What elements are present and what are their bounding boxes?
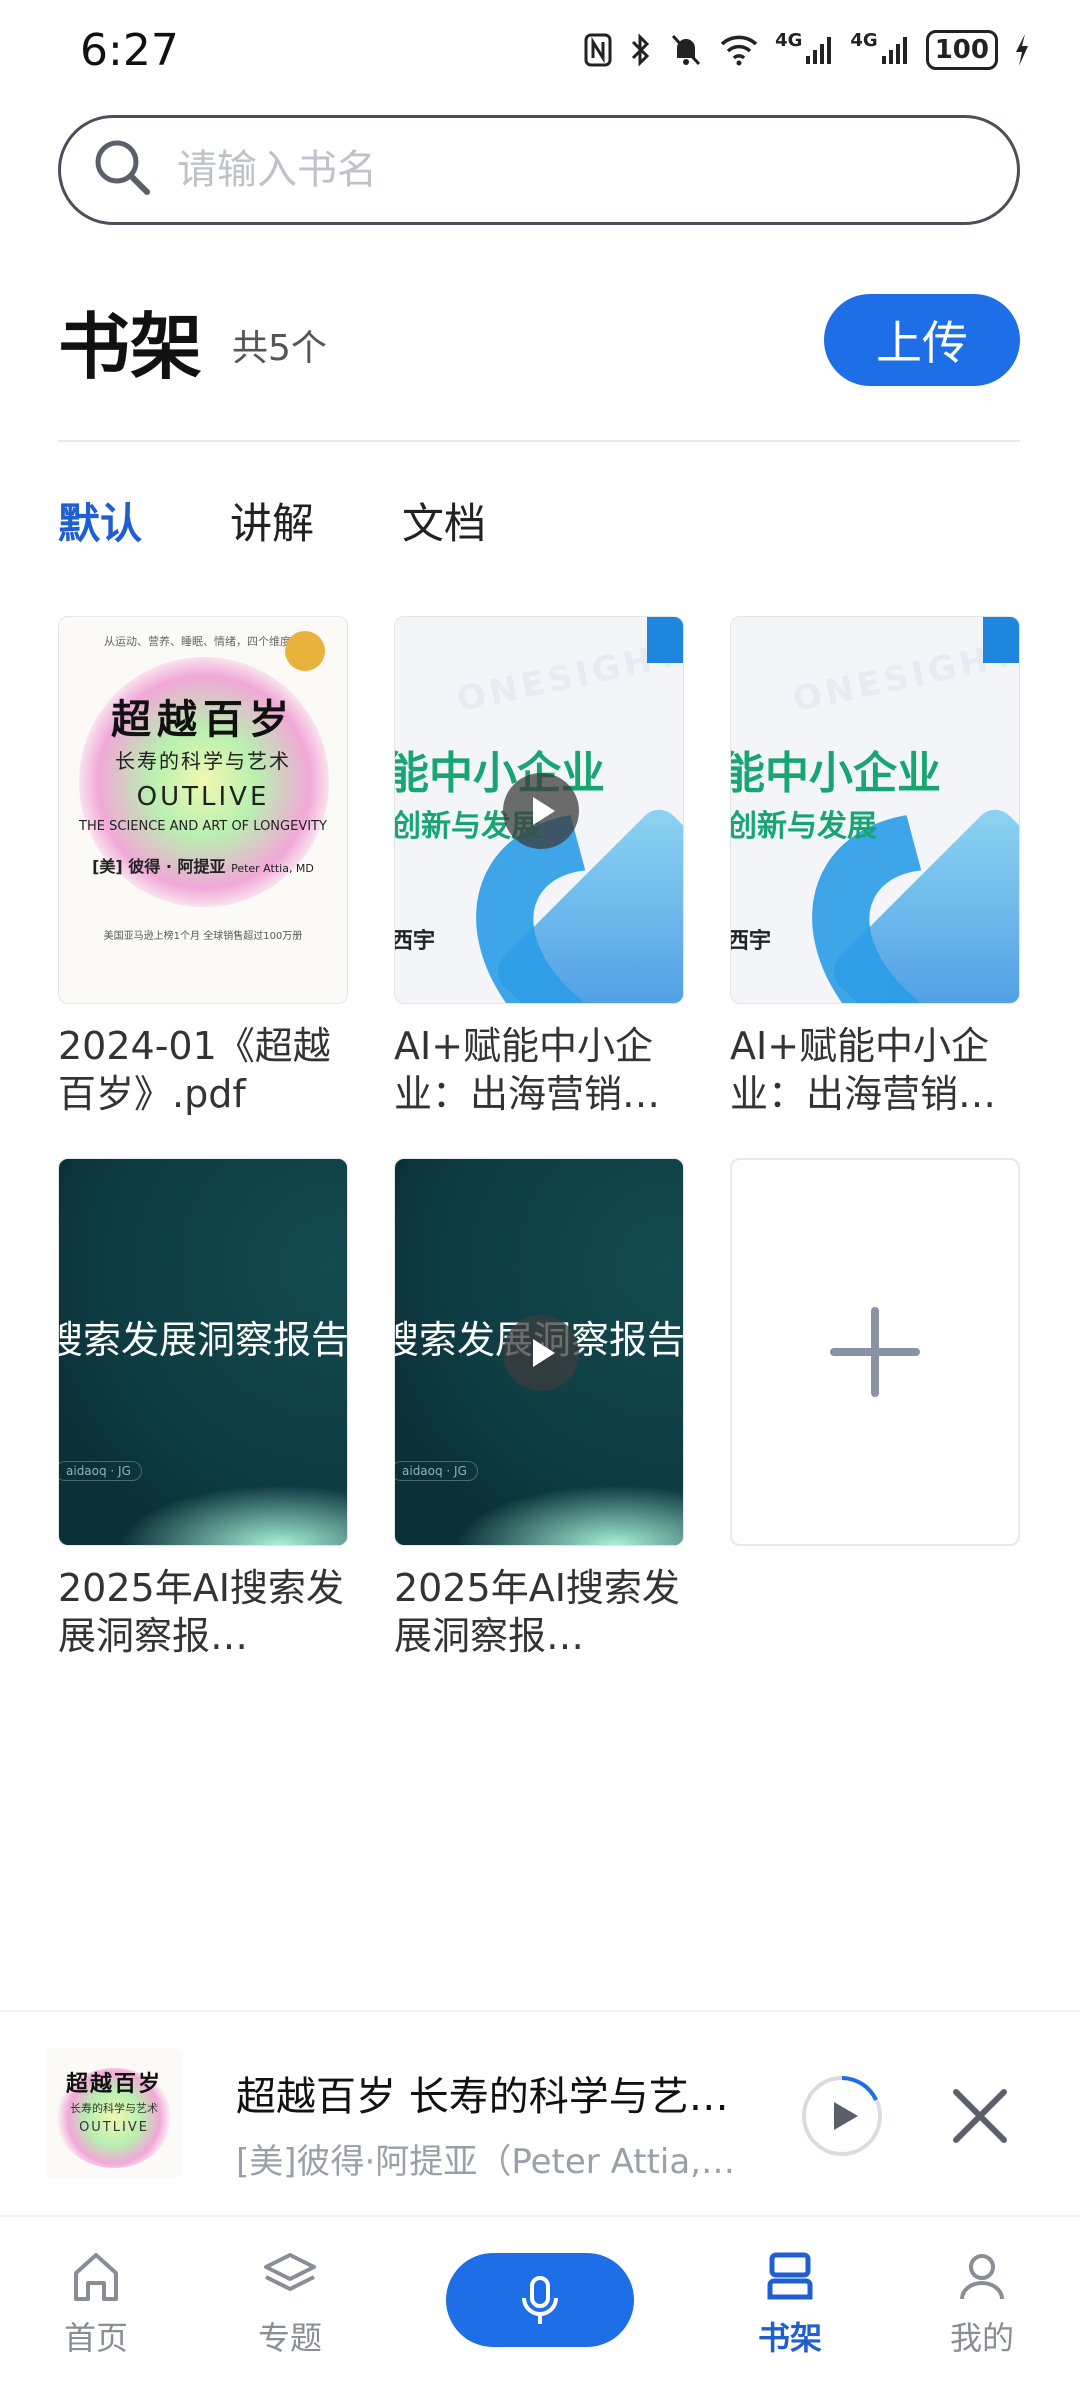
shelf-header: 书架 共5个 上传 — [58, 290, 1020, 390]
mini-player[interactable]: 超越百岁 长寿的科学与艺术 OUTLIVE 超越百岁 长寿的科学与艺… [美]彼… — [0, 2010, 1080, 2215]
microphone-icon — [522, 2276, 558, 2324]
cover-subtitle-en: THE SCIENCE AND ART OF LONGEVITY — [79, 819, 327, 834]
tab-documents[interactable]: 文档 — [402, 480, 574, 561]
book-cover[interactable]: ONESIGHT 能中小企业 创新与发展 西宇 — [394, 616, 684, 1004]
cover-tag: aidaoq · JG — [395, 1461, 478, 1481]
search-icon — [91, 136, 155, 204]
player-author: [美]彼得·阿提亚（Peter Attia,… — [236, 2142, 735, 2182]
cover-title: 搜索发展洞察报告 — [58, 1318, 348, 1362]
status-bar: 6:27 4G 4G 100 — [0, 0, 1080, 100]
filter-tabs: 默认 讲解 文档 — [58, 480, 574, 561]
cover-decoration — [455, 1485, 683, 1545]
cover-title-en: OUTLIVE — [136, 782, 270, 812]
cover-badge — [285, 631, 325, 671]
book-card[interactable]: 搜索发展洞察报告 aidaoq · JG 2025年AI搜索发展洞察报… — [58, 1158, 348, 1660]
cover-author-en: Peter Attia, MD — [231, 862, 314, 875]
close-icon — [953, 2089, 1007, 2143]
nav-profile[interactable]: 我的 — [922, 2247, 1042, 2359]
upload-button[interactable]: 上传 — [824, 294, 1020, 386]
play-icon — [533, 1339, 555, 1367]
layers-icon — [264, 2253, 316, 2291]
charging-icon — [1014, 30, 1030, 70]
cover-author-zh: [美] 彼得 · 阿提亚 — [92, 857, 226, 876]
nav-label: 我的 — [949, 2319, 1014, 2357]
nfc-icon — [583, 30, 613, 70]
card-title[interactable]: 2024-01《超越百岁》.pdf — [58, 1022, 348, 1118]
card-title[interactable]: 2025年AI搜索发展洞察报… — [58, 1564, 348, 1660]
play-button[interactable] — [503, 773, 579, 849]
card-title[interactable]: 2025年AI搜索发展洞察报… — [394, 1564, 684, 1660]
card-title[interactable]: AI+赋能中小企业：出海营销… — [394, 1022, 684, 1118]
play-icon — [533, 797, 555, 825]
player-cover[interactable]: 超越百岁 长寿的科学与艺术 OUTLIVE — [46, 2048, 182, 2178]
player-play-button[interactable] — [800, 2074, 884, 2158]
status-time: 6:27 — [80, 24, 179, 76]
nav-label: 专题 — [257, 2319, 322, 2357]
tab-explain[interactable]: 讲解 — [230, 480, 402, 561]
plus-icon — [830, 1307, 920, 1397]
divider — [58, 440, 1020, 442]
wifi-icon — [719, 30, 759, 70]
card-title[interactable]: AI+赋能中小企业：出海营销… — [730, 1022, 1020, 1118]
item-count: 共5个 — [232, 328, 327, 369]
book-cover[interactable]: 搜索发展洞察报告 aidaoq · JG — [394, 1158, 684, 1546]
cover-title: 超越百岁 — [111, 697, 295, 743]
play-progress-icon — [802, 2076, 882, 2156]
cover-bottom-text: 美国亚马逊上榜1个月 全球销售超过100万册 — [103, 931, 303, 942]
add-book-button[interactable] — [730, 1158, 1020, 1546]
status-icons: 4G 4G 100 — [583, 30, 1030, 70]
bluetooth-icon — [629, 30, 653, 70]
nav-bookshelf[interactable]: 书架 — [730, 2247, 850, 2359]
profile-icon — [960, 2254, 1004, 2300]
cover-footer: 西宇 — [730, 929, 772, 954]
search-bar[interactable] — [58, 115, 1020, 225]
add-book-card[interactable] — [730, 1158, 1020, 1660]
nav-home[interactable]: 首页 — [36, 2247, 156, 2359]
book-cover[interactable]: 从运动、营养、睡眠、情绪，四个维度… 超越百岁 长寿的科学与艺术 OUTLIVE… — [58, 616, 348, 1004]
cover-title: 能中小企业 — [730, 748, 941, 799]
mute-bell-icon — [669, 30, 703, 70]
cover-decoration — [983, 617, 1019, 663]
cover-title: 超越百岁 — [65, 2072, 162, 2097]
cover-subtitle: 长寿的科学与艺术 — [115, 749, 291, 773]
cover-tag: aidaoq · JG — [59, 1461, 142, 1481]
book-grid: 从运动、营养、睡眠、情绪，四个维度… 超越百岁 长寿的科学与艺术 OUTLIVE… — [58, 616, 1022, 1660]
voice-button[interactable] — [446, 2253, 634, 2347]
cover-title-en: OUTLIVE — [79, 2120, 149, 2135]
home-icon — [74, 2253, 118, 2301]
signal-4g-icon: 4G — [850, 30, 909, 70]
signal-4g-icon: 4G — [775, 30, 834, 70]
nav-label: 书架 — [757, 2319, 822, 2357]
player-title[interactable]: 超越百岁 长寿的科学与艺… — [236, 2064, 746, 2122]
bookshelf-icon — [767, 2252, 813, 2300]
battery-indicator: 100 — [925, 30, 998, 70]
book-card[interactable]: 从运动、营养、睡眠、情绪，四个维度… 超越百岁 长寿的科学与艺术 OUTLIVE… — [58, 616, 348, 1118]
page-title: 书架 — [58, 304, 203, 389]
tab-default[interactable]: 默认 — [58, 480, 230, 561]
cover-subtitle: 长寿的科学与艺术 — [70, 2102, 158, 2115]
book-cover[interactable]: 搜索发展洞察报告 aidaoq · JG — [58, 1158, 348, 1546]
search-input[interactable] — [175, 146, 959, 194]
book-cover[interactable]: ONESIGHT 能中小企业 创新与发展 西宇 — [730, 616, 1020, 1004]
nav-topics[interactable]: 专题 — [230, 2247, 350, 2359]
book-card[interactable]: ONESIGHT 能中小企业 创新与发展 西宇 AI+赋能中小企业：出海营销… — [730, 616, 1020, 1118]
bookshelf-screen: 6:27 4G 4G 100 请输入书名 书架 共5个 上传 默认 讲解 文档 … — [0, 0, 1080, 2390]
cover-decoration — [647, 617, 683, 663]
player-close-button[interactable] — [948, 2084, 1012, 2148]
nav-label: 首页 — [63, 2319, 128, 2357]
cover-decoration — [119, 1485, 347, 1545]
play-button[interactable] — [503, 1315, 579, 1391]
cover-footer: 西宇 — [394, 929, 436, 954]
bottom-navigation: 首页 专题 书架 我的 — [0, 2215, 1080, 2390]
cover-subtitle: 创新与发展 — [730, 809, 877, 844]
book-card[interactable]: 搜索发展洞察报告 aidaoq · JG 2025年AI搜索发展洞察报… — [394, 1158, 684, 1660]
cover-author: [美] 彼得 · 阿提亚 Peter Attia, MD — [59, 853, 347, 877]
book-card[interactable]: ONESIGHT 能中小企业 创新与发展 西宇 AI+赋能中小企业：出海营销… — [394, 616, 684, 1118]
